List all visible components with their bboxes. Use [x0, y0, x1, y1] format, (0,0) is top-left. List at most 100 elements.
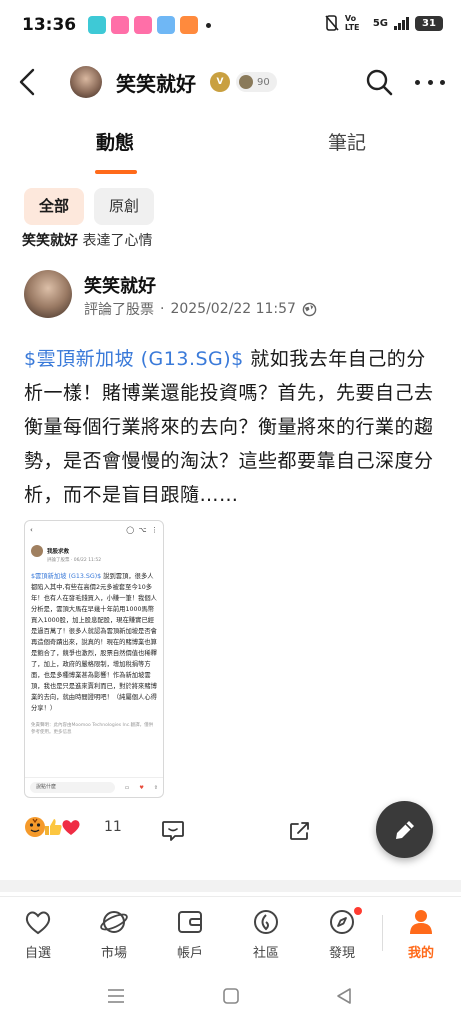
system-navigation: [0, 978, 461, 1024]
level-badge[interactable]: 90: [236, 72, 277, 92]
level-number: 90: [257, 76, 270, 88]
system-back-button[interactable]: [334, 986, 354, 1010]
notification-app-icon: [157, 16, 176, 34]
active-tab-indicator: [95, 170, 137, 174]
compass-icon: [330, 910, 354, 934]
reaction-count: 11: [104, 819, 122, 835]
status-bar: 13:36 Vo LTE 5G 31: [0, 0, 461, 50]
embedded-comment-icon: ▭: [124, 784, 130, 791]
community-icon: [254, 910, 278, 934]
heart-emoji-icon: [62, 820, 80, 835]
nav-label: 發現: [328, 946, 355, 961]
wallet-icon: [178, 911, 202, 933]
dot: [440, 79, 445, 85]
embedded-back-icon: ‹: [30, 526, 33, 534]
globe-icon: [302, 302, 317, 316]
section-divider: [0, 880, 461, 892]
chevron-left-icon: [19, 68, 35, 96]
nav-account[interactable]: 帳戶: [160, 907, 220, 961]
tab-activity[interactable]: 動態: [96, 128, 134, 172]
mood-user[interactable]: 笑笑就好: [22, 233, 78, 249]
comment-icon: [162, 821, 184, 841]
comment-button[interactable]: [161, 820, 185, 842]
meta-separator: ·: [160, 301, 165, 317]
notification-app-icon: [111, 16, 130, 34]
menu-lines-icon: [108, 989, 124, 1003]
volte-label: Vo LTE: [344, 14, 360, 32]
embedded-user: 我股求救: [25, 539, 163, 557]
embedded-comment-input: 說點什麼: [30, 782, 115, 793]
square-icon: [223, 988, 239, 1004]
post-text: 就如我去年自己的分析一樣！賭博業還能投資嗎？首先，先要自己去衡量每個行業將來的去…: [24, 348, 434, 506]
post-image[interactable]: ‹ ◯ ⌥ ⋮ 我股求救 評論了股票 · 06/22 11:52 $雲頂新加坡 …: [24, 520, 164, 798]
notification-app-icon: [88, 16, 107, 34]
verified-badge: V: [210, 72, 230, 92]
notification-app-icon: [134, 16, 153, 34]
share-button[interactable]: [288, 820, 312, 842]
more-notifications-dot: [206, 22, 212, 28]
nav-label: 市場: [100, 946, 127, 961]
embedded-body: $雲頂新加坡 (G13.SG)$ 說到雲頂，很多人都陷入其中,有些在高價2元多被…: [25, 563, 163, 714]
nav-label: 社區: [252, 946, 279, 961]
profile-name: 笑笑就好: [116, 72, 196, 96]
level-icon: [239, 75, 253, 89]
nav-me[interactable]: 我的: [391, 907, 451, 961]
post-meta: 評論了股票 · 2025/02/22 11:57: [84, 299, 317, 319]
nav-label: 自選: [24, 946, 51, 961]
planet-icon: [100, 911, 128, 933]
notification-dot: [354, 907, 362, 915]
post-body: $雲頂新加坡 (G13.SG)$ 就如我去年自己的分析一樣！賭博業還能投資嗎？首…: [24, 342, 442, 512]
system-icons: Vo LTE 5G 31: [325, 14, 443, 32]
notification-icons: [88, 16, 212, 34]
post-timestamp: 2025/02/22 11:57: [170, 301, 296, 317]
header-avatar[interactable]: [70, 66, 102, 98]
embedded-disclaimer: 免責聲明：此內容由Moomoo Technologies Inc.翻譯，僅供參考…: [31, 723, 154, 735]
back-button[interactable]: [12, 64, 42, 100]
bottom-navigation: 自選 市場 帳戶 社區 發現 我的: [0, 896, 461, 968]
stock-tag-link[interactable]: $雲頂新加坡 (G13.SG)$: [24, 348, 244, 370]
pencil-icon: [395, 820, 414, 839]
embedded-like-icon: ♥: [139, 784, 144, 791]
network-type-label: 5G: [372, 17, 388, 29]
heart-icon: [25, 911, 51, 935]
post-author-name[interactable]: 笑笑就好: [84, 272, 156, 298]
embedded-share-icon: ⇪: [153, 784, 158, 791]
nav-separator: [382, 915, 383, 951]
home-button[interactable]: [221, 986, 241, 1010]
embedded-text: 說到雲頂，很多人都陷入其中,有些在高價2元多被套至今10多年！也有人在發毛錢買入…: [31, 573, 157, 712]
compose-button[interactable]: [376, 801, 433, 858]
embedded-author: 我股求救: [47, 549, 70, 555]
share-icon: [290, 822, 309, 840]
signal-icon: [394, 16, 409, 30]
person-icon: [410, 910, 432, 934]
nav-watchlist[interactable]: 自選: [8, 907, 68, 961]
nav-market[interactable]: 市場: [84, 907, 144, 961]
dot: [427, 79, 433, 85]
profile-header: 笑笑就好 V 90: [0, 52, 461, 112]
status-time: 13:36: [22, 15, 77, 35]
filter-all[interactable]: 全部: [24, 188, 85, 225]
filter-original[interactable]: 原創: [94, 188, 155, 225]
dot: [415, 79, 420, 85]
nav-community[interactable]: 社區: [236, 907, 296, 961]
triangle-back-icon: [337, 988, 351, 1004]
battery-icon: 31: [415, 15, 443, 31]
embedded-tag: $雲頂新加坡 (G13.SG)$: [31, 573, 102, 580]
search-icon: [366, 69, 393, 96]
mood-line: 笑笑就好 表達了心情: [22, 230, 152, 250]
recent-apps-button[interactable]: [106, 986, 126, 1010]
nav-discover[interactable]: 發現: [312, 907, 372, 961]
post-author-avatar[interactable]: [24, 270, 72, 318]
nav-label: 帳戶: [176, 946, 203, 961]
nav-label: 我的: [407, 946, 434, 961]
more-options-button[interactable]: [415, 70, 445, 94]
profile-tabs: 動態 筆記: [0, 128, 461, 178]
post-action: 評論了股票: [84, 302, 154, 318]
embedded-actions: ◯ ⌥ ⋮: [126, 526, 158, 534]
mute-icon: [325, 15, 339, 31]
search-button[interactable]: [365, 68, 393, 96]
notification-app-icon: [180, 16, 199, 34]
tab-notes[interactable]: 筆記: [328, 128, 366, 172]
reactions[interactable]: 11: [24, 816, 122, 838]
embedded-toolbar: ‹ ◯ ⌥ ⋮: [25, 521, 163, 539]
